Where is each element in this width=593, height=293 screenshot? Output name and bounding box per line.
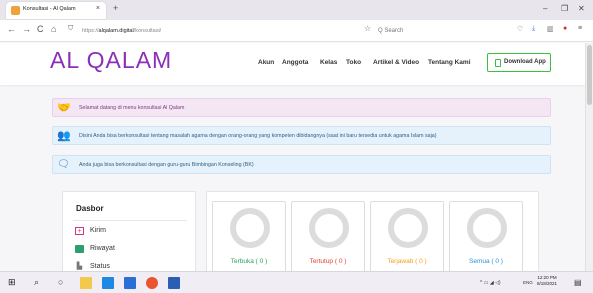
ring-icon — [467, 208, 507, 248]
page-viewport: AL QALAM Akun Anggota Kelas Toko Artikel… — [0, 43, 585, 271]
sidebar-title: Dasbor — [76, 204, 104, 213]
menu-kelas[interactable]: Kelas — [320, 59, 337, 66]
extension-icon[interactable]: ● — [563, 25, 567, 32]
chart-icon: ▙ — [76, 263, 83, 270]
stat-card-terbuka[interactable]: Terbuka ( 0 ) — [212, 201, 286, 271]
dashboard-sidebar: Dasbor + Kirim Riwayat ▙ Status — [62, 191, 196, 271]
menu-akun[interactable]: Akun — [258, 59, 274, 66]
people-icon: 👥 — [57, 130, 71, 142]
library-icon[interactable]: ▥ — [547, 25, 554, 33]
browser-tab-strip: Konsultasi - Al Qalam × + – ❐ ✕ — [0, 0, 593, 20]
download-app-label: Download App — [504, 59, 546, 65]
new-tab-button[interactable]: + — [113, 3, 118, 13]
maximize-icon[interactable]: ❐ — [561, 4, 568, 13]
firefox-icon[interactable] — [146, 277, 158, 289]
sidebar-item-status[interactable]: ▙ Status — [75, 261, 185, 271]
tab-close-icon[interactable]: × — [96, 5, 100, 12]
sidebar-item-riwayat[interactable]: Riwayat — [75, 243, 185, 257]
clock[interactable]: 12:20 PM 8/18/2021 — [537, 275, 557, 287]
stat-label: Tertutup ( 0 ) — [309, 258, 347, 265]
tab-title: Konsultasi - Al Qalam — [23, 6, 76, 12]
word-icon[interactable] — [168, 277, 180, 289]
stat-card-tertutup[interactable]: Tertutup ( 0 ) — [291, 201, 365, 271]
language-indicator[interactable]: ENG — [523, 280, 533, 285]
sidebar-item-label: Status — [90, 263, 110, 270]
tray-icons[interactable]: ^ ▭ ◢ ◁) — [480, 280, 501, 286]
browser-tab[interactable]: Konsultasi - Al Qalam × — [6, 2, 106, 19]
ring-icon — [230, 208, 270, 248]
task-view-icon[interactable]: ○ — [58, 277, 70, 289]
page-scrollbar[interactable] — [585, 43, 593, 271]
url-bar[interactable]: https://alqalam.digital/konsultasi/ — [82, 24, 352, 38]
menu-anggota[interactable]: Anggota — [282, 59, 308, 66]
shield-icon: ⛉ — [68, 25, 74, 32]
clock-date: 8/18/2021 — [537, 281, 558, 286]
edge-icon[interactable] — [102, 277, 114, 289]
window-close-icon[interactable]: ✕ — [578, 4, 585, 13]
bookmark-star-icon[interactable]: ☆ — [364, 24, 371, 33]
minimize-icon[interactable]: – — [543, 4, 547, 13]
home-icon[interactable]: ⌂ — [51, 24, 56, 34]
notification-icon[interactable]: ▤ — [574, 278, 582, 287]
plus-icon: + — [75, 227, 84, 235]
pocket-icon[interactable]: ♡ — [517, 25, 523, 33]
site-header: AL QALAM Akun Anggota Kelas Toko Artikel… — [0, 43, 585, 85]
site-logo[interactable]: AL QALAM — [50, 47, 172, 74]
store-icon[interactable] — [124, 277, 136, 289]
sidebar-item-kirim[interactable]: + Kirim — [75, 225, 185, 239]
alert-welcome: 🤝 Selamat datang di menu konsultasi Al Q… — [52, 98, 551, 117]
stat-card-semua[interactable]: Semua ( 0 ) — [449, 201, 523, 271]
phone-icon — [495, 59, 501, 67]
download-app-button[interactable]: Download App — [487, 53, 551, 72]
alert-counseling: 🗨 Anda juga bisa berkonsultasi dengan gu… — [52, 155, 551, 174]
menu-artikel-video[interactable]: Artikel & Video — [373, 59, 419, 66]
url-path: /konsultasi/ — [133, 28, 162, 34]
ring-icon — [309, 208, 349, 248]
url-domain: alqalam.digital — [98, 28, 134, 34]
stat-label: Terbuka ( 0 ) — [230, 258, 268, 265]
list-icon — [75, 245, 84, 253]
menu-icon[interactable]: ≡ — [578, 25, 582, 32]
scrollbar-thumb[interactable] — [587, 45, 592, 105]
stat-label: Semua ( 0 ) — [469, 258, 503, 265]
reload-icon[interactable]: C — [37, 24, 44, 34]
sidebar-item-label: Kirim — [90, 227, 106, 234]
forward-icon[interactable]: → — [22, 24, 31, 34]
search-input[interactable]: Q Search — [378, 24, 478, 38]
ring-icon — [388, 208, 428, 248]
alert-counseling-text: Anda juga bisa berkonsultasi dengan guru… — [79, 162, 254, 168]
handshake-icon: 🤝 — [57, 102, 71, 114]
alert-welcome-text: Selamat datang di menu konsultasi Al Qal… — [79, 105, 185, 111]
os-taskbar: ⊞ ⌕ ○ ^ ▭ ◢ ◁) ENG 12:20 PM 8/18/2021 ▤ — [0, 271, 593, 293]
url-scheme: https:// — [82, 28, 99, 34]
sidebar-divider — [73, 220, 187, 221]
downloads-icon[interactable]: ⤓ — [532, 25, 535, 33]
menu-toko[interactable]: Toko — [346, 59, 361, 66]
favicon-icon — [11, 6, 20, 15]
browser-toolbar: ← → C ⌂ ⛉ https://alqalam.digital/konsul… — [0, 20, 593, 42]
windows-start-icon[interactable]: ⊞ — [8, 277, 20, 289]
sidebar-item-label: Riwayat — [90, 245, 115, 252]
status-panel: Terbuka ( 0 ) Tertutup ( 0 ) Terjawab ( … — [206, 191, 539, 271]
back-icon[interactable]: ← — [7, 24, 16, 34]
stat-label: Terjawab ( 0 ) — [387, 258, 427, 265]
alert-info-text: Disini Anda bisa berkonsultasi tentang m… — [79, 133, 437, 139]
menu-tentang-kami[interactable]: Tentang Kami — [428, 59, 471, 66]
file-explorer-icon[interactable] — [80, 277, 92, 289]
chat-icon: 🗨 — [57, 159, 70, 170]
search-icon[interactable]: ⌕ — [34, 277, 46, 289]
stat-card-terjawab[interactable]: Terjawab ( 0 ) — [370, 201, 444, 271]
alert-info: 👥 Disini Anda bisa berkonsultasi tentang… — [52, 126, 551, 145]
